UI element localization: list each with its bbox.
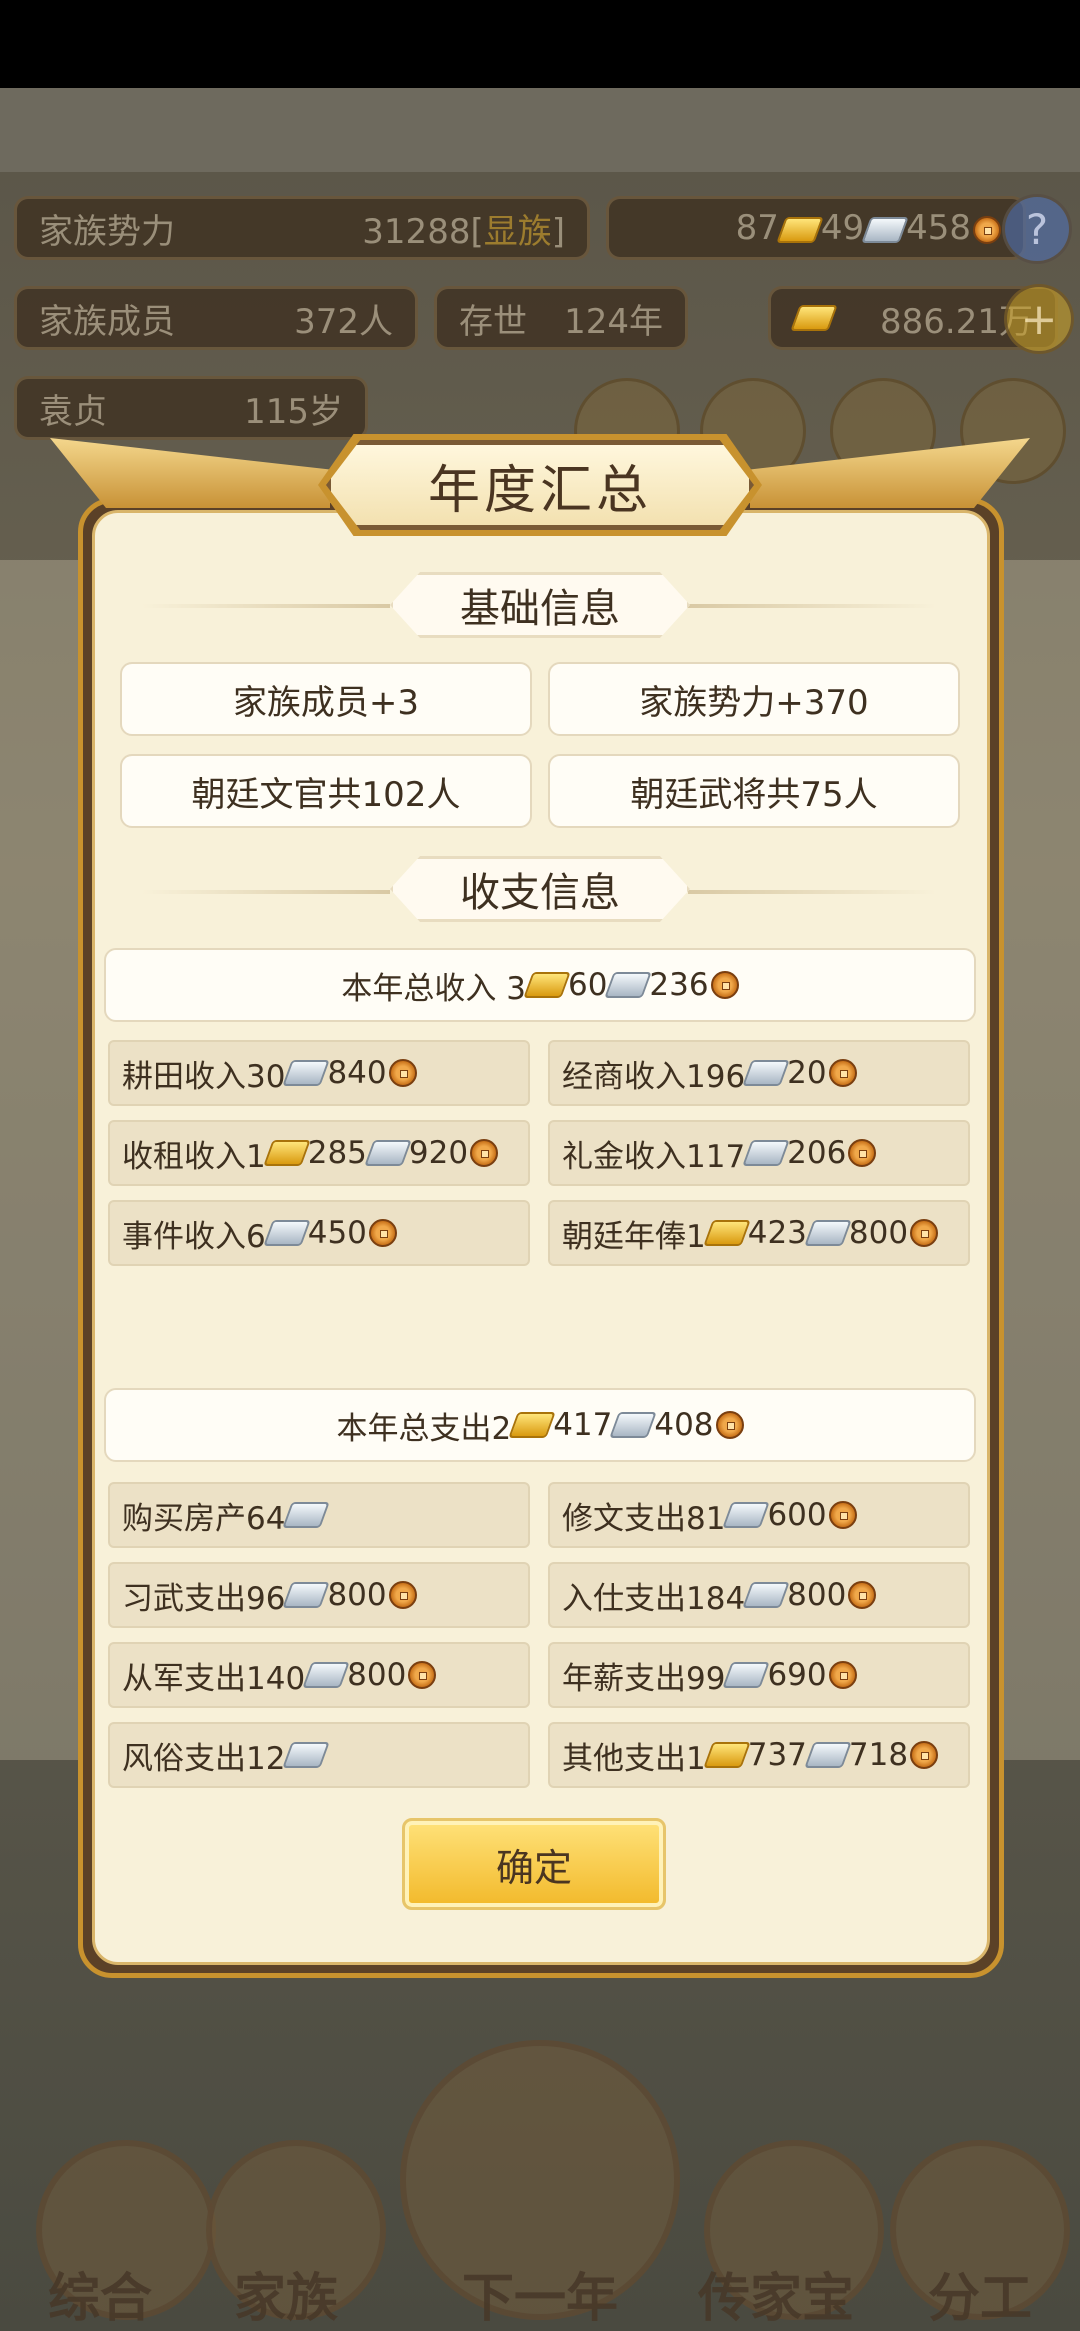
income-court-salary: 朝廷年俸1 423 800 [548,1200,970,1266]
silver-ingot-icon [302,1662,350,1688]
nav-division-label: 分工 [927,2269,1032,2329]
copper-coin-icon [910,1741,939,1769]
copper-coin-icon [710,971,739,999]
silver-ingot-icon [282,1742,331,1768]
basic-info-heading: 基础信息 [390,572,690,638]
copper-coin-icon [408,1661,437,1689]
gold-ingot-icon [263,1140,311,1166]
silver-ingot-icon [804,1742,852,1768]
confirm-button[interactable]: 确定 [402,1818,666,1910]
gold-ingot-icon [703,1220,751,1246]
status-bar [0,0,1080,88]
silver-ingot-icon [604,972,653,998]
gold-ingot-icon [523,972,571,998]
age-panel: 存世 124年 [434,286,688,350]
section-divider [142,604,390,608]
silver-ingot-icon [722,1502,771,1528]
section-divider [688,890,936,894]
copper-coin-icon [715,1411,744,1439]
silver-ingot-icon [804,1220,852,1246]
expense-other: 其他支出1 737 718 [548,1722,970,1788]
age-value: 124年 [564,301,663,342]
patriarch-name: 袁贞 [39,391,107,432]
expense-customs: 风俗支出12 [108,1722,530,1788]
silver-ingot-icon [282,1582,331,1608]
patriarch-panel: 袁贞 115岁 [14,376,368,440]
currency-values: 87 49 458 [736,208,1001,248]
income-trade: 经商收入196 20 [548,1040,970,1106]
income-total: 本年总收入 3 60 236 [104,948,976,1022]
nav-overview-label: 综合 [47,2269,152,2329]
gold-ingot-icon [703,1742,751,1768]
gold-ingot-icon [790,305,838,331]
copper-coin-icon [388,1581,417,1609]
copper-coin-icon [470,1139,499,1167]
basic-power: 家族势力+370 [548,662,960,736]
silver-ingot-icon [263,1220,311,1246]
expense-property: 购买房产64 [108,1482,530,1548]
currency-panel: 87 49 458 [606,196,1026,260]
game-top-strip [0,88,1080,172]
income-farming: 耕田收入30 840 [108,1040,530,1106]
nav-next-year-label: 下一年 [461,2269,618,2329]
expense-salaries: 年薪支出99 690 [548,1642,970,1708]
gold-ingot-icon [776,216,824,243]
finance-info-heading: 收支信息 [390,856,690,922]
copper-coin-icon [828,1661,857,1689]
expense-officialdom: 入仕支出184 800 [548,1562,970,1628]
family-power-value: 31288[显族] [362,211,565,252]
patriarch-age: 115岁 [244,391,343,432]
silver-ingot-icon [722,1662,771,1688]
expense-military: 从军支出140 800 [108,1642,530,1708]
members-label: 家族成员 [39,301,175,342]
silver-ingot-icon [861,216,909,243]
copper-coin-icon [848,1581,877,1609]
income-gifts: 礼金收入117 206 [548,1120,970,1186]
silver-ingot-icon [282,1502,331,1528]
copper-coin-icon [973,215,1001,244]
copper-coin-icon [368,1219,397,1247]
basic-members: 家族成员+3 [120,662,532,736]
income-rent: 收租收入1 285 920 [108,1120,530,1186]
silver-ingot-icon [282,1060,331,1086]
title-plaque: 年度汇总 [326,440,754,530]
copper-coin-icon [828,1501,857,1529]
silver-ingot-icon [742,1582,790,1608]
copper-coin-icon [828,1059,857,1087]
add-money-icon[interactable]: + [1004,284,1074,354]
nav-heirloom-label: 传家宝 [697,2269,854,2329]
family-power-panel: 家族势力 31288[显族] [14,196,590,260]
expense-total: 本年总支出2 417 408 [104,1388,976,1462]
silver-ingot-icon [742,1140,790,1166]
members-panel: 家族成员 372人 [14,286,418,350]
age-label: 存世 [459,301,527,342]
copper-coin-icon [848,1139,877,1167]
copper-coin-icon [388,1059,417,1087]
family-power-label: 家族势力 [39,211,175,252]
members-value: 372人 [294,301,393,342]
expense-literature: 修文支出81 600 [548,1482,970,1548]
help-icon[interactable]: ? [1002,194,1072,264]
silver-ingot-icon [742,1060,790,1086]
dialog-title: 年度汇总 [427,460,652,521]
basic-civil-officials: 朝廷文官共102人 [120,754,532,828]
gold-ingot-icon [508,1412,556,1438]
copper-coin-icon [910,1219,939,1247]
silver-ingot-icon [364,1140,412,1166]
income-events: 事件收入6 450 [108,1200,530,1266]
section-divider [688,604,936,608]
basic-military-generals: 朝廷武将共75人 [548,754,960,828]
silver-ingot-icon [609,1412,658,1438]
expense-martial: 习武支出96 800 [108,1562,530,1628]
nav-family-label: 家族 [233,2269,338,2329]
section-divider [142,890,390,894]
family-rank: 显族 [483,211,552,252]
